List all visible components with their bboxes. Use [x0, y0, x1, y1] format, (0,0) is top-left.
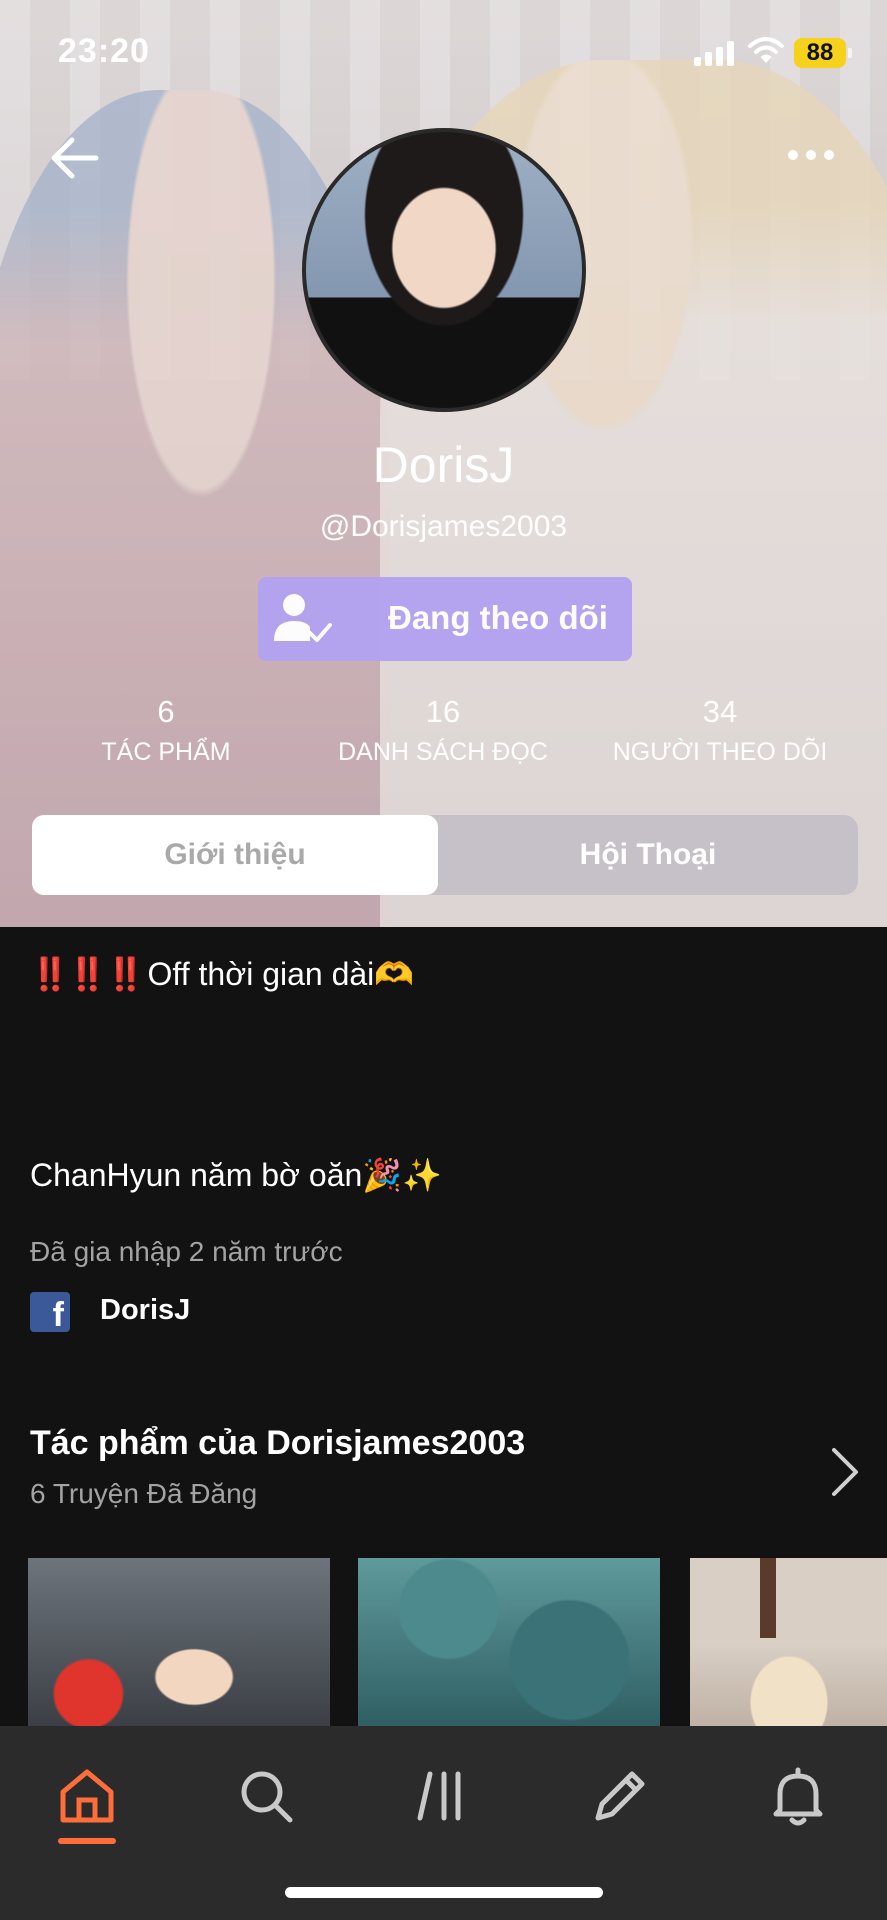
tab-conversations[interactable]: Hội Thoại — [438, 815, 858, 895]
bell-icon[interactable] — [766, 1764, 830, 1828]
works-count: 6 Truyện Đã Đăng — [30, 1478, 258, 1509]
stat-reading-lists-label: DANH SÁCH ĐỌC — [338, 738, 548, 766]
profile-tabs: Giới thiệu Hội Thoại — [32, 815, 858, 895]
status-time: 23:20 — [58, 32, 150, 70]
works-section-title[interactable]: Tác phẩm của Dorisjames2003 — [30, 1424, 525, 1463]
joined-date: Đã gia nhập 2 năm trước — [30, 1236, 343, 1267]
following-button-label: Đang theo dõi — [388, 599, 608, 636]
bio-line: ‼️‼️‼️ Off thời gian dài🫶 — [30, 955, 414, 993]
stat-works-value: 6 — [157, 694, 175, 729]
cellular-signal-icon — [694, 40, 736, 66]
stat-reading-lists-value: 16 — [425, 694, 461, 729]
stat-works-label: TÁC PHẨM — [101, 738, 231, 766]
stat-followers[interactable]: 34 NGƯỜI THEO DÕI — [590, 694, 850, 767]
library-icon[interactable] — [412, 1764, 476, 1828]
more-options-icon[interactable] — [784, 140, 840, 170]
home-icon[interactable] — [55, 1764, 119, 1828]
bio-line: ChanHyun năm bờ oăn🎉✨ — [30, 1157, 442, 1193]
profile-stats: 6 TÁC PHẨM 16 DANH SÁCH ĐỌC 34 NGƯỜI THE… — [0, 694, 887, 774]
facebook-name: DorisJ — [100, 1294, 191, 1326]
works-carousel — [0, 1558, 887, 1726]
user-check-icon — [274, 594, 332, 642]
tab-about[interactable]: Giới thiệu — [32, 815, 438, 895]
username-handle: @Dorisjames2003 — [319, 510, 568, 543]
wifi-icon — [748, 37, 784, 63]
stat-followers-value: 34 — [702, 694, 738, 729]
pencil-icon[interactable] — [588, 1764, 652, 1828]
stat-works[interactable]: 6 TÁC PHẨM — [36, 694, 296, 767]
facebook-icon: f — [30, 1292, 70, 1334]
avatar[interactable] — [302, 128, 586, 412]
following-button[interactable]: Đang theo dõi — [258, 577, 632, 661]
search-icon[interactable] — [234, 1764, 298, 1828]
stat-reading-lists[interactable]: 16 DANH SÁCH ĐỌC — [313, 694, 573, 767]
battery-indicator: 88 — [794, 38, 852, 68]
bio-exclamation-marks: ‼️‼️‼️ — [30, 956, 146, 992]
home-indicator[interactable] — [285, 1887, 603, 1898]
status-bar: 23:20 88 — [0, 0, 887, 110]
display-name: DorisJ — [372, 437, 515, 493]
active-tab-indicator — [58, 1838, 116, 1844]
story-cover[interactable] — [358, 1558, 660, 1726]
story-cover[interactable] — [28, 1558, 330, 1726]
stat-followers-label: NGƯỜI THEO DÕI — [612, 738, 828, 766]
back-arrow-icon[interactable] — [46, 130, 102, 186]
story-cover[interactable] — [690, 1558, 887, 1726]
chevron-right-icon[interactable] — [826, 1446, 862, 1498]
bio-text: Off thời gian dài🫶 — [147, 956, 415, 992]
